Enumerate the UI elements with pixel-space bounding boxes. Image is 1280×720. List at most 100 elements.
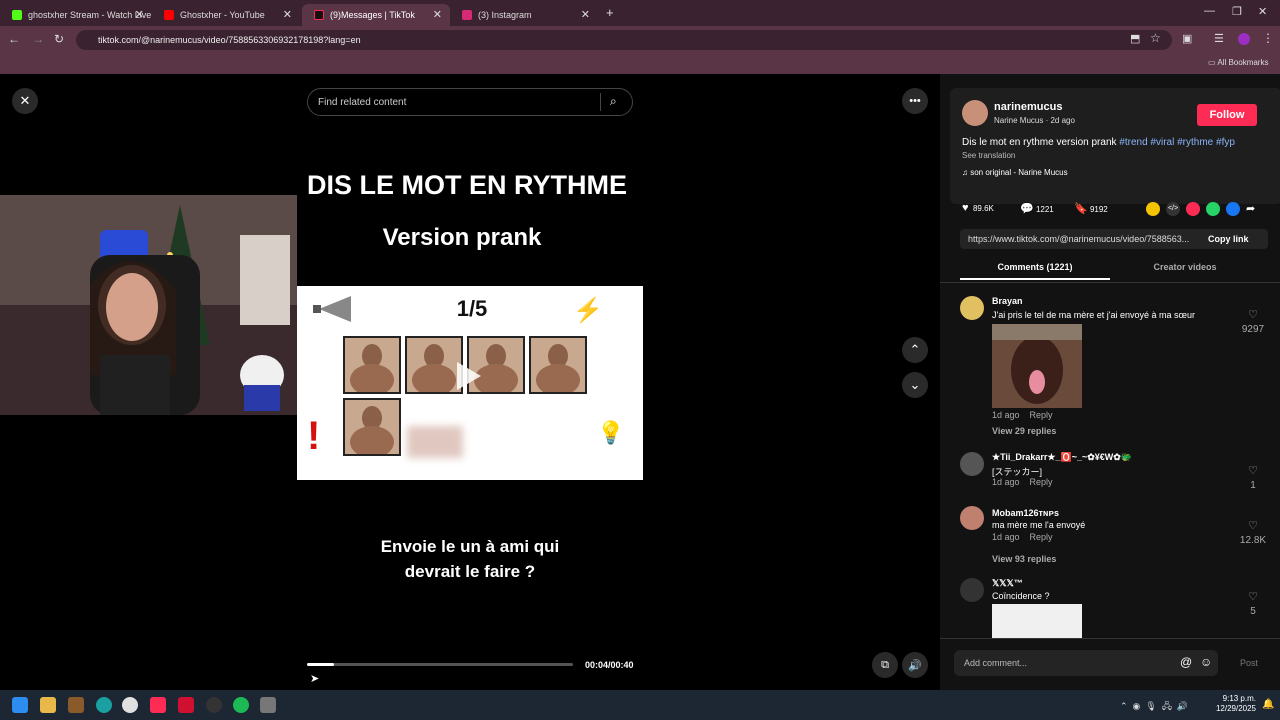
progress-bar[interactable]: [307, 663, 573, 666]
facebook-icon[interactable]: [1226, 202, 1240, 216]
hashtags[interactable]: #trend #viral #rythme #fyp: [1119, 137, 1235, 148]
add-comment-input[interactable]: Add comment... @ ☺: [954, 650, 1218, 676]
search-input[interactable]: Find related content: [318, 97, 406, 108]
minimize-icon[interactable]: —: [1204, 5, 1215, 17]
comment-image[interactable]: [992, 324, 1082, 408]
all-bookmarks-label: All Bookmarks: [1217, 58, 1269, 67]
comment-like-icon[interactable]: ♡: [1240, 308, 1266, 321]
avatar[interactable]: [960, 506, 984, 530]
url-input[interactable]: tiktok.com/@narinemucus/video/7588563306…: [76, 30, 1172, 50]
spotify-icon[interactable]: [233, 697, 249, 713]
close-icon[interactable]: ✕: [581, 8, 590, 21]
url-text: tiktok.com/@narinemucus/video/7588563306…: [98, 35, 361, 45]
app-icon[interactable]: [178, 697, 194, 713]
avatar[interactable]: [960, 296, 984, 320]
save-button[interactable]: 🔖 9192: [1074, 202, 1108, 215]
author-avatar[interactable]: [962, 100, 988, 126]
notification-icon[interactable]: 🔔: [1262, 699, 1274, 710]
description-text: Dis le mot en rythme version prank: [962, 137, 1117, 148]
install-icon[interactable]: ⬒: [1130, 32, 1140, 45]
reply-button[interactable]: Reply: [1030, 410, 1053, 420]
file-explorer-icon[interactable]: [40, 697, 56, 713]
comment-like-icon[interactable]: ♡: [1240, 519, 1266, 532]
restore-icon[interactable]: ❐: [1232, 5, 1242, 18]
mention-icon[interactable]: @: [1180, 655, 1192, 669]
comment-author[interactable]: ★Tii_Drakarr★_🅾️~_~✿¥€W✿🐲: [992, 452, 1132, 463]
next-video-button[interactable]: ⌄: [902, 372, 928, 398]
bookmark-star-icon[interactable]: ☆: [1150, 31, 1161, 45]
volume-button[interactable]: 🔊: [902, 652, 928, 678]
chrome-icon[interactable]: [122, 697, 138, 713]
emoji-icon[interactable]: ☺: [1200, 655, 1212, 669]
close-icon: ✕: [19, 93, 31, 108]
comment-icon: 💬: [1020, 203, 1034, 215]
app-icon[interactable]: [96, 697, 112, 713]
clock[interactable]: 9:13 p.m. 12/29/2025: [1208, 694, 1256, 714]
back-icon[interactable]: ←: [8, 32, 20, 46]
prev-video-button[interactable]: ⌃: [902, 337, 928, 363]
tab-instagram[interactable]: (3) Instagram ✕: [450, 4, 598, 26]
tab-youtube[interactable]: Ghostxher - YouTube ✕: [152, 4, 300, 26]
tile-image: [529, 336, 587, 396]
avatar[interactable]: [960, 452, 984, 476]
sidepanel-icon[interactable]: ▣: [1182, 32, 1192, 45]
tab-creator-videos[interactable]: Creator videos: [1110, 262, 1260, 272]
comment-like-icon[interactable]: ♡: [1240, 590, 1266, 603]
pip-button[interactable]: ⧉: [872, 652, 898, 678]
follow-button[interactable]: Follow: [1197, 104, 1257, 126]
forward-icon[interactable]: →: [32, 32, 44, 46]
settings-icon[interactable]: [260, 697, 276, 713]
divider: [940, 638, 1280, 639]
menu-icon[interactable]: ⋮: [1262, 31, 1274, 45]
new-tab-icon[interactable]: +: [606, 5, 614, 20]
caption-line: devrait le faire ?: [404, 562, 536, 581]
view-replies-button[interactable]: View 29 replies: [992, 426, 1056, 436]
reload-icon[interactable]: ↻: [54, 32, 64, 46]
coin-icon[interactable]: [1146, 202, 1160, 216]
comment-image[interactable]: [992, 604, 1082, 638]
progress-fill: [307, 663, 334, 666]
author-username[interactable]: narinemucus: [994, 101, 1062, 113]
reply-button[interactable]: Reply: [1030, 477, 1053, 487]
close-viewer-button[interactable]: ✕: [12, 88, 38, 114]
tab-title: (3) Instagram: [478, 10, 532, 20]
comment-like-icon[interactable]: ♡: [1240, 464, 1266, 477]
more-options-button[interactable]: •••: [902, 88, 928, 114]
comment-author[interactable]: 𝕏𝕏𝕏™: [992, 578, 1023, 589]
app-icon[interactable]: [68, 697, 84, 713]
app-icon[interactable]: [206, 697, 222, 713]
play-icon[interactable]: [457, 362, 481, 390]
comment-button[interactable]: 💬 1221: [1020, 202, 1054, 215]
sound-link[interactable]: ♫ son original - Narine Mucus: [962, 168, 1068, 177]
close-icon[interactable]: ✕: [433, 8, 442, 21]
share-icon[interactable]: ➦: [1246, 202, 1255, 215]
avatar[interactable]: [960, 578, 984, 602]
send-icon[interactable]: [1186, 202, 1200, 216]
see-translation-link[interactable]: See translation: [962, 151, 1015, 160]
copy-link-button[interactable]: Copy link: [1208, 234, 1249, 244]
windows-start-icon[interactable]: [12, 697, 28, 713]
search-icon[interactable]: ⌕: [610, 94, 617, 109]
tab-kick[interactable]: ghostxher Stream - Watch Live ✕: [0, 4, 152, 26]
extensions-icon[interactable]: ☰: [1214, 32, 1224, 45]
sound-label: son original - Narine Mucus: [970, 168, 1068, 177]
close-icon[interactable]: ✕: [135, 8, 144, 21]
search-bar[interactable]: Find related content ⌕: [307, 88, 633, 116]
view-replies-button[interactable]: View 93 replies: [992, 554, 1056, 564]
close-icon[interactable]: ✕: [283, 8, 292, 21]
tab-comments[interactable]: Comments (1221): [960, 262, 1110, 272]
all-bookmarks[interactable]: ▭ All Bookmarks: [1208, 58, 1268, 67]
post-button[interactable]: Post: [1240, 658, 1258, 668]
reply-button[interactable]: Reply: [1030, 532, 1053, 542]
tray-icons[interactable]: ⌃ ◉ 🎙 🖧 🔊: [1120, 699, 1188, 715]
profile-avatar[interactable]: [1238, 33, 1250, 45]
tiktok-icon[interactable]: [150, 697, 166, 713]
embed-icon[interactable]: </>: [1166, 202, 1180, 216]
tab-tiktok[interactable]: (9)Messages | TikTok ✕: [302, 4, 450, 26]
video-frame[interactable]: DIS LE MOT EN RYTHME Version prank 1/5 ⚡…: [297, 130, 643, 690]
window-close-icon[interactable]: ✕: [1258, 5, 1267, 18]
like-button[interactable]: ♥ 89.6K: [962, 202, 994, 214]
comment-author[interactable]: Brayan: [992, 296, 1023, 306]
whatsapp-icon[interactable]: [1206, 202, 1220, 216]
comment-author[interactable]: Mobam126ᴛɴᴘs: [992, 508, 1059, 518]
